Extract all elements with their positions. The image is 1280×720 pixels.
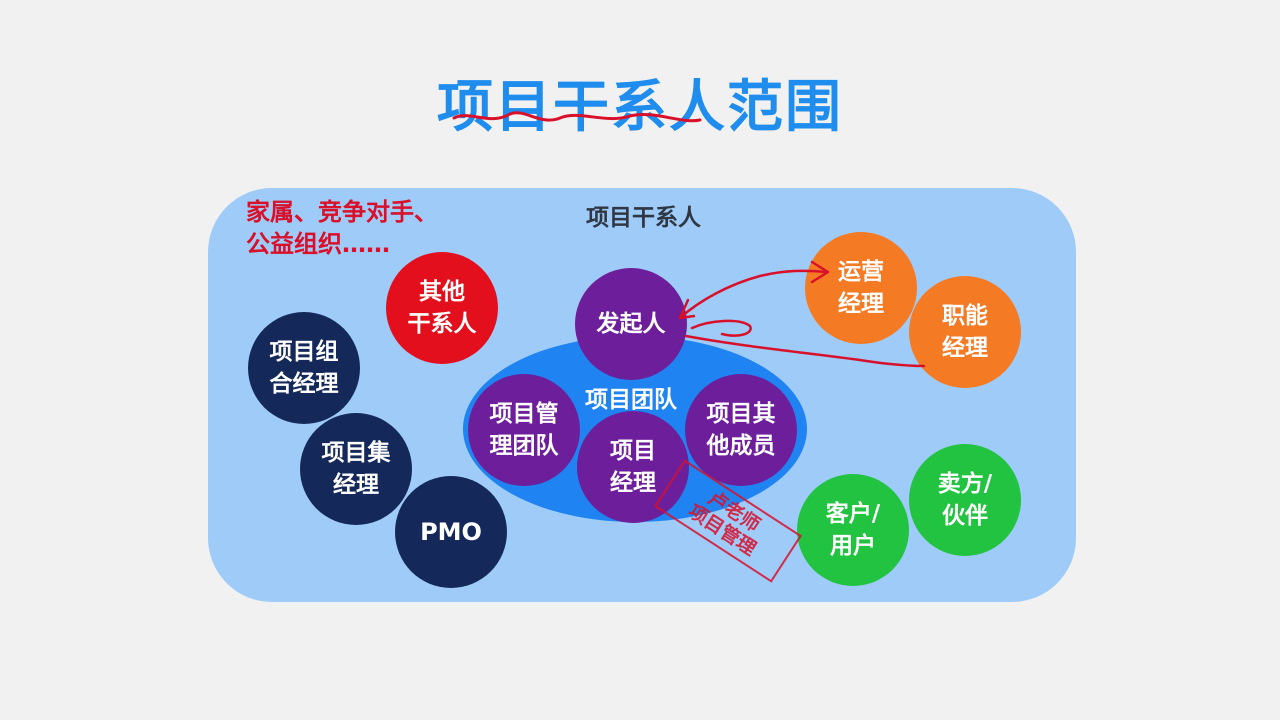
circle-text-line: PMO — [420, 518, 482, 546]
circle-text-line: 客户/ — [825, 501, 881, 527]
note-line-1: 家属、竞争对手、 — [246, 198, 438, 226]
slide: 项目干系人范围 家属、竞争对手、 公益组织…… 项目干系人 项目团队 其他 干系… — [0, 0, 1280, 720]
circle-other-team-members: 项目其 他成员 — [685, 374, 797, 486]
circle-text-line: 用户 — [830, 533, 876, 559]
circle-pm-team: 项目管 理团队 — [468, 374, 580, 486]
circle-text-line: 运营 — [838, 259, 884, 285]
circle-text-line: 经理 — [838, 291, 884, 317]
circle-portfolio-manager: 项目组 合经理 — [248, 312, 360, 424]
circle-operations-manager: 运营 经理 — [805, 232, 917, 344]
circle-text-line: 经理 — [333, 472, 379, 498]
circle-functional-manager: 职能 经理 — [909, 276, 1021, 388]
circle-text-line: 项目组 — [269, 339, 339, 365]
other-parties-note: 家属、竞争对手、 公益组织…… — [246, 196, 438, 260]
circle-sponsor: 发起人 — [575, 268, 687, 380]
circle-text-line: 理团队 — [489, 433, 559, 459]
circle-text-line: 经理 — [610, 470, 656, 496]
project-team-label: 项目团队 — [585, 387, 677, 413]
circle-text-line: 项目管 — [489, 401, 559, 427]
stakeholders-label: 项目干系人 — [586, 205, 701, 231]
circle-text-line: 职能 — [942, 303, 988, 329]
circle-customer: 客户/ 用户 — [797, 474, 909, 586]
circle-text-line: 卖方/ — [937, 471, 993, 497]
circle-text-line: 干系人 — [407, 311, 477, 337]
circle-text-line: 合经理 — [269, 371, 339, 397]
circle-vendor: 卖方/ 伙伴 — [909, 444, 1021, 556]
circle-text-line: 他成员 — [706, 433, 776, 459]
circle-text-line: 其他 — [419, 279, 465, 305]
circle-text-line: 发起人 — [596, 311, 666, 337]
title-underline-annotation — [452, 111, 702, 123]
circle-text-line: 伙伴 — [942, 503, 988, 529]
circle-pmo: PMO — [395, 476, 507, 588]
circle-text-line: 经理 — [942, 335, 988, 361]
circle-text-line: 项目 — [610, 438, 656, 464]
circle-text-line: 项目集 — [321, 440, 391, 466]
note-line-2: 公益组织…… — [246, 230, 390, 258]
circle-other-stakeholders: 其他 干系人 — [386, 252, 498, 364]
circle-program-manager: 项目集 经理 — [300, 413, 412, 525]
circle-text-line: 项目其 — [706, 401, 776, 427]
